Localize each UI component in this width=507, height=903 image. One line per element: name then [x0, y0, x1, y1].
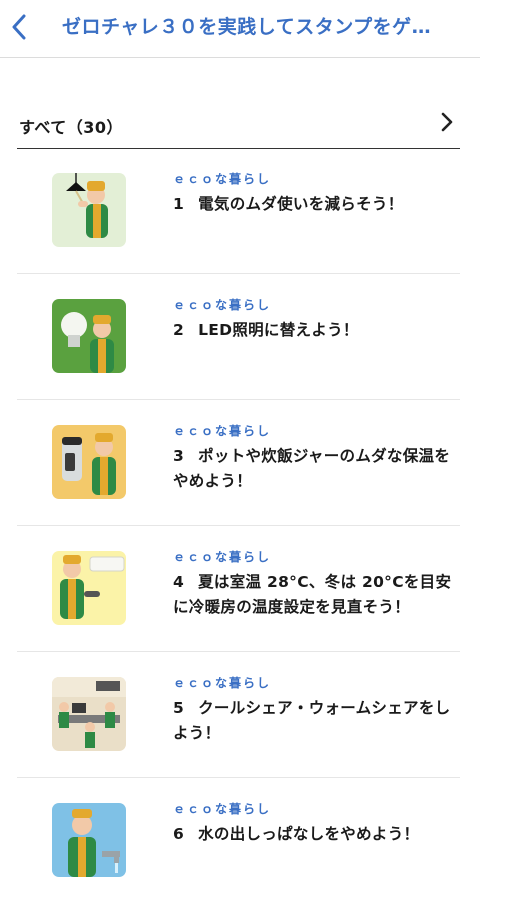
filter-label: すべて（30）: [19, 118, 124, 137]
list-item[interactable]: ｅｃｏな暮らし 3 ポットや炊飯ジャーのムダな保温をやめよう！: [17, 400, 460, 526]
mission-title: 2 LED照明に替えよう！: [173, 318, 458, 343]
air-conditioner-thumbnail: [52, 551, 126, 625]
app-header: ゼロチャレ３０を実践してスタンプをゲ…: [0, 0, 480, 58]
mission-title: 4 夏は室温 28°C、冬は 20°Cを目安に冷暖房の温度設定を見直そう！: [173, 570, 458, 620]
led-bulb-thumbnail: [52, 299, 126, 373]
category-label: ｅｃｏな暮らし: [173, 676, 272, 690]
mission-title: 5 クールシェア・ウォームシェアをしよう！: [173, 696, 458, 746]
mission-list: ｅｃｏな暮らし 1 電気のムダ使いを減らそう！ ｅｃｏな暮らし 2 LED照明に替え…: [17, 148, 460, 903]
mission-number: 6: [173, 825, 185, 843]
mission-title: 3 ポットや炊飯ジャーのムダな保温をやめよう！: [173, 444, 458, 494]
list-item[interactable]: ｅｃｏな暮らし 1 電気のムダ使いを減らそう！: [17, 148, 460, 274]
mission-number: 4: [173, 573, 185, 591]
category-label: ｅｃｏな暮らし: [173, 802, 272, 816]
mission-text: 水の出しっぱなしをやめよう！: [198, 825, 420, 843]
mission-text: 夏は室温 28°C、冬は 20°Cを目安に冷暖房の温度設定を見直そう！: [173, 573, 452, 616]
mission-text: クールシェア・ウォームシェアをしよう！: [173, 699, 451, 742]
category-label: ｅｃｏな暮らし: [173, 172, 272, 186]
mission-text: LED照明に替えよう！: [198, 321, 359, 339]
mission-number: 1: [173, 195, 185, 213]
list-item[interactable]: ｅｃｏな暮らし 4 夏は室温 28°C、冬は 20°Cを目安に冷暖房の温度設定を見…: [17, 526, 460, 652]
mission-number: 2: [173, 321, 185, 339]
lamp-thumbnail: [52, 173, 126, 247]
faucet-thumbnail: [52, 803, 126, 877]
category-label: ｅｃｏな暮らし: [173, 298, 272, 312]
filter-all-selector[interactable]: すべて（30）: [17, 100, 460, 149]
office-share-thumbnail: [52, 677, 126, 751]
mission-text: 電気のムダ使いを減らそう！: [198, 195, 404, 213]
mission-number: 5: [173, 699, 185, 717]
thermos-thumbnail: [52, 425, 126, 499]
back-button[interactable]: [6, 12, 32, 42]
mission-number: 3: [173, 447, 185, 465]
category-label: ｅｃｏな暮らし: [173, 550, 272, 564]
page-title: ゼロチャレ３０を実践してスタンプをゲ…: [62, 16, 432, 38]
mission-title: 6 水の出しっぱなしをやめよう！: [173, 822, 458, 847]
chevron-left-icon: [12, 14, 26, 40]
mission-title: 1 電気のムダ使いを減らそう！: [173, 192, 458, 217]
list-item[interactable]: ｅｃｏな暮らし 5 クールシェア・ウォームシェアをしよう！: [17, 652, 460, 778]
mission-text: ポットや炊飯ジャーのムダな保温をやめよう！: [173, 447, 451, 490]
chevron-right-icon: [441, 112, 453, 132]
list-item[interactable]: ｅｃｏな暮らし 6 水の出しっぱなしをやめよう！: [17, 778, 460, 903]
category-label: ｅｃｏな暮らし: [173, 424, 272, 438]
list-item[interactable]: ｅｃｏな暮らし 2 LED照明に替えよう！: [17, 274, 460, 400]
